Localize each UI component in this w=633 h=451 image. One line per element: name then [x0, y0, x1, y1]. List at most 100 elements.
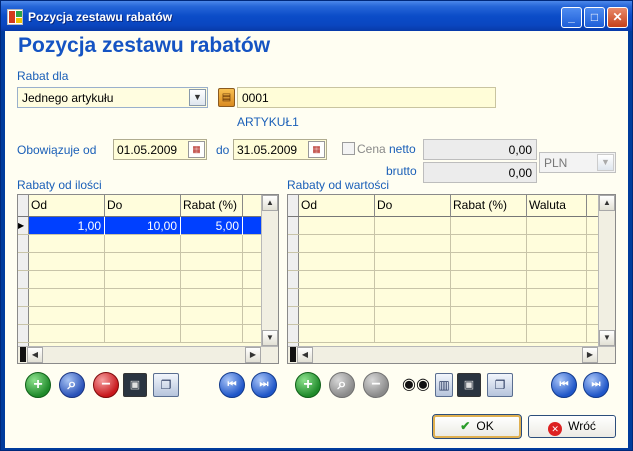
- table-icon[interactable]: ▥: [435, 373, 453, 397]
- delete-icon[interactable]: −: [363, 372, 389, 398]
- current-row-marker: ▶: [18, 217, 29, 235]
- row-indicator-column: [288, 195, 299, 363]
- table-row[interactable]: [299, 325, 599, 343]
- rabat-type-select[interactable]: Jednego artykułu ▼: [17, 87, 208, 108]
- quantity-grid-header: Od Do Rabat (%): [29, 195, 262, 217]
- calendar-icon[interactable]: ▦: [188, 141, 205, 158]
- table-row[interactable]: [29, 289, 263, 307]
- add-icon[interactable]: +: [25, 372, 51, 398]
- table-row[interactable]: [29, 307, 263, 325]
- currency-value: PLN: [544, 156, 568, 170]
- save-icon[interactable]: ▣: [457, 373, 481, 397]
- maximize-button[interactable]: □: [584, 7, 605, 28]
- brutto-label: brutto: [386, 164, 417, 178]
- column-header[interactable]: Od: [299, 195, 375, 217]
- cell-do[interactable]: 10,00: [105, 217, 181, 235]
- date-to-field[interactable]: 31.05.2009 ▦: [233, 139, 327, 160]
- table-row[interactable]: [299, 307, 599, 325]
- value-grid-title: Rabaty od wartości: [287, 178, 390, 192]
- title-bar[interactable]: Pozycja zestawu rabatów _ □ ✕: [1, 1, 632, 31]
- scroll-left-icon[interactable]: ◀: [297, 347, 313, 363]
- netto-label: netto: [389, 142, 416, 156]
- rabat-type-value: Jednego artykułu: [22, 91, 114, 105]
- cell-od[interactable]: 1,00: [29, 217, 105, 235]
- column-header[interactable]: Waluta: [527, 195, 587, 217]
- table-row[interactable]: [299, 271, 599, 289]
- scroll-thumb[interactable]: [290, 347, 296, 362]
- table-row[interactable]: [299, 289, 599, 307]
- dialog-body: Pozycja zestawu rabatów Rabat dla Jedneg…: [5, 31, 628, 448]
- chevron-down-icon[interactable]: ▼: [189, 89, 206, 106]
- horizontal-scrollbar[interactable]: ◀ ▶: [288, 346, 615, 363]
- table-row[interactable]: [299, 217, 599, 235]
- copy-icon[interactable]: ❐: [153, 373, 179, 397]
- delete-icon[interactable]: −: [93, 372, 119, 398]
- last-icon[interactable]: ⏭: [583, 372, 609, 398]
- value-grid[interactable]: Od Do Rabat (%) Waluta ▲ ▼ ◀ ▶: [287, 194, 616, 364]
- quantity-toolbar: + ⌕ − ▣ ❐ ⏮ ⏭: [17, 369, 279, 401]
- column-header[interactable]: Rabat (%): [451, 195, 527, 217]
- column-header[interactable]: Od: [29, 195, 105, 217]
- scroll-down-icon[interactable]: ▼: [262, 330, 278, 346]
- date-from-field[interactable]: 01.05.2009 ▦: [113, 139, 207, 160]
- back-button-label: Wróć: [568, 419, 596, 433]
- scroll-up-icon[interactable]: ▲: [599, 195, 615, 211]
- column-header[interactable]: Rabat (%): [181, 195, 243, 217]
- price-checkbox[interactable]: [342, 142, 355, 155]
- scroll-down-icon[interactable]: ▼: [599, 330, 615, 346]
- chevron-down-icon[interactable]: ▼: [597, 154, 614, 171]
- brutto-value: 0,00: [508, 166, 532, 180]
- table-row[interactable]: 1,00 10,00 5,00: [29, 217, 263, 235]
- date-to-value: 31.05.2009: [237, 143, 298, 157]
- find-icon[interactable]: ⌕: [329, 372, 355, 398]
- page-title: Pozycja zestawu rabatów: [18, 34, 271, 57]
- scroll-right-icon[interactable]: ▶: [245, 347, 261, 363]
- netto-field[interactable]: 0,00: [423, 139, 537, 160]
- table-row[interactable]: [299, 235, 599, 253]
- valid-from-label: Obowiązuje od: [17, 143, 97, 157]
- quantity-grid[interactable]: ▶ Od Do Rabat (%) 1,00 10,00 5,00 ▲ ▼ ◀ …: [17, 194, 279, 364]
- column-header[interactable]: Do: [375, 195, 451, 217]
- price-checkbox-label: Cena: [357, 142, 386, 156]
- save-icon[interactable]: ▣: [123, 373, 147, 397]
- column-header[interactable]: Do: [105, 195, 181, 217]
- scroll-left-icon[interactable]: ◀: [27, 347, 43, 363]
- vertical-scrollbar[interactable]: ▲ ▼: [261, 195, 278, 346]
- table-row[interactable]: [29, 325, 263, 343]
- row-indicator-column: ▶: [18, 195, 29, 363]
- brutto-field[interactable]: 0,00: [423, 162, 537, 183]
- valid-to-label: do: [216, 143, 230, 157]
- table-row[interactable]: [29, 271, 263, 289]
- value-grid-header: Od Do Rabat (%) Waluta: [299, 195, 599, 217]
- cancel-icon: ✕: [548, 422, 563, 436]
- calendar-icon[interactable]: ▦: [308, 141, 325, 158]
- minimize-button[interactable]: _: [561, 7, 582, 28]
- horizontal-scrollbar[interactable]: ◀ ▶: [18, 346, 278, 363]
- table-row[interactable]: [29, 253, 263, 271]
- table-row[interactable]: [29, 235, 263, 253]
- scroll-right-icon[interactable]: ▶: [582, 347, 598, 363]
- table-row[interactable]: [299, 253, 599, 271]
- currency-select[interactable]: PLN ▼: [539, 152, 616, 173]
- article-picker-icon[interactable]: ▤: [218, 88, 235, 107]
- article-code-field[interactable]: 0001: [237, 87, 496, 108]
- last-icon[interactable]: ⏭: [251, 372, 277, 398]
- ok-button[interactable]: ✔ OK: [432, 414, 522, 439]
- binoculars-icon[interactable]: ◉◉: [401, 374, 431, 396]
- rabat-dla-label: Rabat dla: [17, 69, 69, 83]
- cell-rabat[interactable]: 5,00: [181, 217, 243, 235]
- add-icon[interactable]: +: [295, 372, 321, 398]
- value-toolbar: + ⌕ − ◉◉ ▥ ▣ ❐ ⏮ ⏭: [287, 369, 616, 401]
- first-icon[interactable]: ⏮: [219, 372, 245, 398]
- date-from-value: 01.05.2009: [117, 143, 178, 157]
- scroll-up-icon[interactable]: ▲: [262, 195, 278, 211]
- scroll-thumb[interactable]: [20, 347, 26, 362]
- vertical-scrollbar[interactable]: ▲ ▼: [598, 195, 615, 346]
- close-button[interactable]: ✕: [607, 7, 628, 28]
- first-icon[interactable]: ⏮: [551, 372, 577, 398]
- app-icon[interactable]: [7, 9, 23, 25]
- netto-value: 0,00: [508, 143, 532, 157]
- copy-icon[interactable]: ❐: [487, 373, 513, 397]
- back-button[interactable]: ✕ Wróć: [528, 415, 616, 438]
- find-icon[interactable]: ⌕: [59, 372, 85, 398]
